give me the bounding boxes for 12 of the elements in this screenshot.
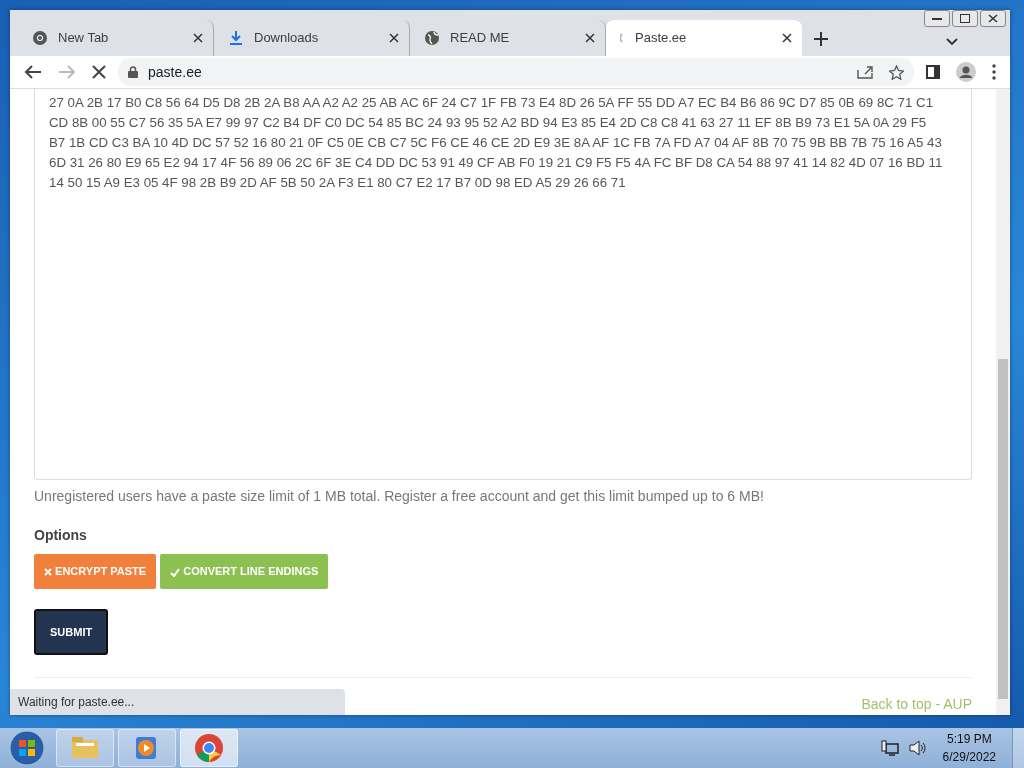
status-bubble: Waiting for paste.ee... [10,689,345,715]
browser-tab[interactable]: Paste.ee [606,20,802,56]
submit-button[interactable]: SUBMIT [34,608,109,655]
separator-text: - [935,696,941,712]
url-text: paste.ee [148,62,202,82]
options-heading: Options [34,526,88,545]
paste-text-area[interactable]: 27 0A 2B 17 B0 C8 56 64 D5 D8 2B 2A B8 AA A2 A2 25 AB AC 6F 24 C7 1F FB 73 E4 8D 26 5A FF 55 DD A7 EC B4 B6 86 9C D7 85 0B 69 8C 71 C1 CD 8B 00 55 C7 56 35 5A E7 99 97 C2 B4 DF C0 DC 54 85 BC 24 93 95 52 A2 BD 94 E3 85 E4 2D C8 C8 41 63 27 11 EF 8B B9 73 E1 5A 0A 29 F5 B7 1B CD C3 BA 10 4D DC 57 52 16 80 21 0F C5 0E CB C7 5C F6 CE 46 CE 2D E9 3E 8A AF 1C FB 7A FD A7 04 AF 8B 70 75 9B BB 7B 75 16 A5 43 6D 31 26 80 E9 65 E2 94 17 4F 56 89 06 2C 6F 3E C4 DD DC 53 91 49 CF AB F0 19 21 C9 F5 F5 4A FC BF D8 CA 54 88 97 41 14 82 4D 07 16 BD 11 14 50 15 A9 E3 05 4F 98 2B B9 2D AF 5B 50 2A F3 E1 80 C7 E2 17 B7 0D 98 ED A5 29 26 66 71 [34,89,972,480]
address-bar[interactable]: paste.ee [118,58,914,86]
clock-text[interactable]: 5:19 PM 6/29/2022 [936,730,1002,766]
browser-tab[interactable]: Downloads [214,20,410,56]
browser-tab[interactable]: New Tab [18,20,214,56]
size-limit-notice: Unregistered users have a paste size limit of 1 MB total. Register a free account and get this limit bumped up to 6 MB! [34,487,765,506]
